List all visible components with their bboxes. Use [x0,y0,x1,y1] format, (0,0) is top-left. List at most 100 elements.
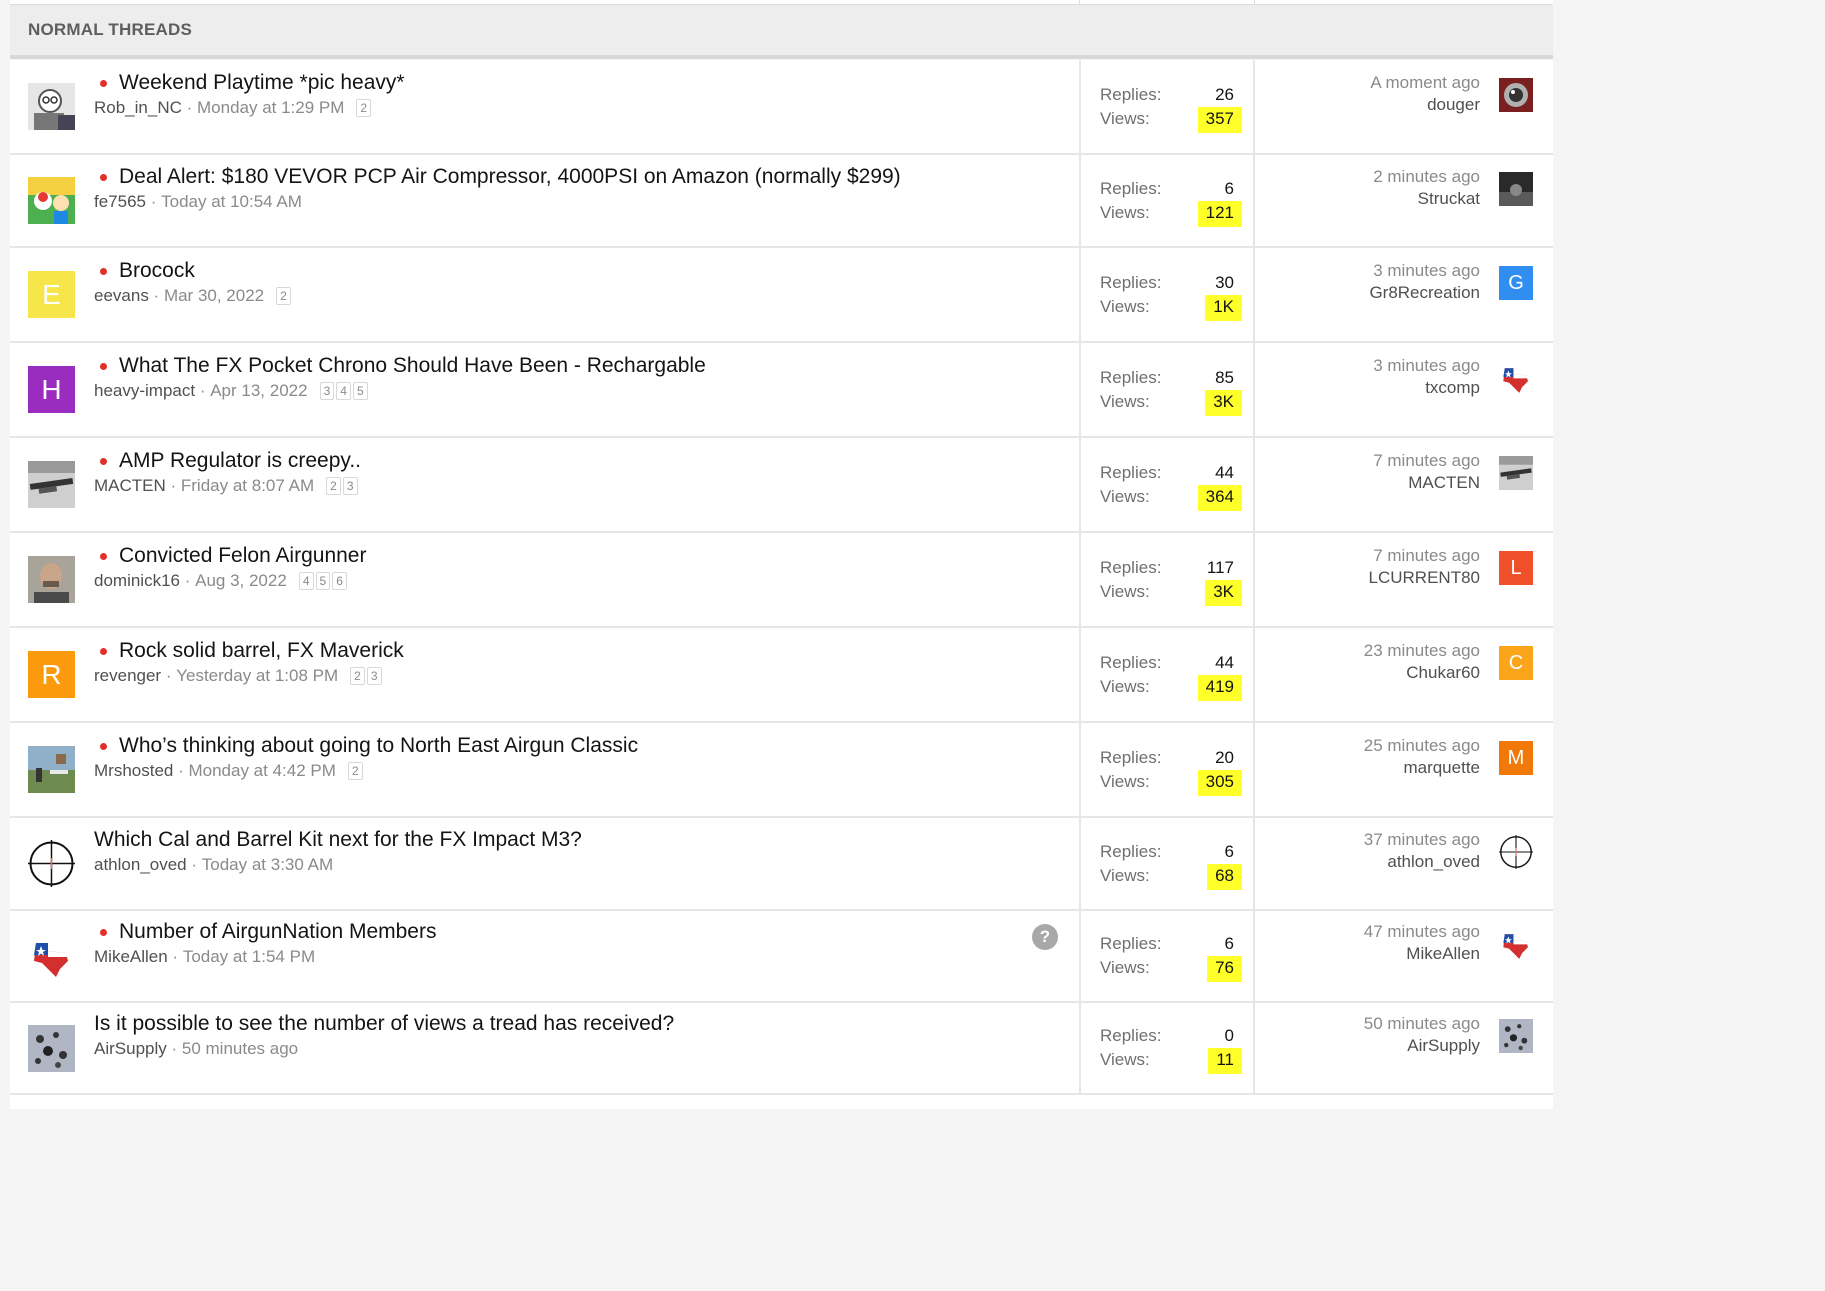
thread-author-link[interactable]: fe7565 [94,192,146,212]
thread-title-link[interactable]: Weekend Playtime *pic heavy* [119,71,405,95]
author-avatar[interactable] [28,83,75,130]
thread-title-link[interactable]: Is it possible to see the number of view… [94,1012,674,1036]
author-avatar[interactable]: E [28,271,75,318]
last-poster-avatar[interactable] [1499,361,1533,395]
author-avatar[interactable] [28,1025,75,1072]
author-avatar[interactable] [28,461,75,508]
thread-title-link[interactable]: Deal Alert: $180 VEVOR PCP Air Compresso… [119,165,901,189]
last-poster-link[interactable]: athlon_oved [1260,852,1480,872]
last-poster-avatar[interactable] [1499,172,1533,206]
thread-start-date[interactable]: Yesterday at 1:08 PM [176,666,338,686]
thread-row[interactable]: Deal Alert: $180 VEVOR PCP Air Compresso… [10,155,1553,248]
page-link[interactable]: 2 [276,287,291,305]
thread-row[interactable]: Which Cal and Barrel Kit next for the FX… [10,818,1553,911]
page-link[interactable]: 5 [315,572,331,590]
page-link[interactable]: 6 [332,572,347,590]
page-link[interactable]: 3 [342,477,358,495]
thread-row[interactable]: Weekend Playtime *pic heavy* Rob_in_NC · … [10,60,1553,155]
last-post-time[interactable]: 37 minutes ago [1260,830,1480,850]
author-avatar[interactable] [28,556,75,603]
author-avatar[interactable]: H [28,366,75,413]
thread-author-link[interactable]: Mrshosted [94,761,173,781]
last-poster-link[interactable]: Struckat [1260,189,1480,209]
last-poster-avatar[interactable] [1499,78,1533,112]
last-post-time[interactable]: 7 minutes ago [1260,451,1480,471]
thread-row[interactable]: Convicted Felon Airgunner dominick16 · Au… [10,533,1553,628]
author-avatar[interactable] [28,746,75,793]
last-post-time[interactable]: 50 minutes ago [1260,1014,1480,1034]
thread-title-link[interactable]: Convicted Felon Airgunner [119,544,366,568]
last-poster-avatar[interactable]: L [1499,551,1533,585]
last-poster-avatar[interactable]: M [1499,741,1533,775]
last-poster-link[interactable]: marquette [1260,758,1480,778]
thread-start-date[interactable]: Mar 30, 2022 [164,286,264,306]
thread-row[interactable]: R Rock solid barrel, FX Maverick revenger … [10,628,1553,723]
thread-title-link[interactable]: Rock solid barrel, FX Maverick [119,639,404,663]
last-poster-link[interactable]: douger [1260,95,1480,115]
thread-start-date[interactable]: 50 minutes ago [182,1039,298,1059]
thread-row[interactable]: Number of AirgunNation Members? MikeAllen… [10,911,1553,1003]
thread-author-link[interactable]: athlon_oved [94,855,187,875]
thread-start-date[interactable]: Apr 13, 2022 [210,381,307,401]
thread-start-date[interactable]: Aug 3, 2022 [195,571,287,591]
thread-start-date[interactable]: Monday at 1:29 PM [197,98,344,118]
last-poster-link[interactable]: Gr8Recreation [1260,283,1480,303]
thread-start-date[interactable]: Friday at 8:07 AM [181,476,314,496]
author-avatar[interactable]: R [28,651,75,698]
thread-author-link[interactable]: MACTEN [94,476,166,496]
thread-start-date[interactable]: Monday at 4:42 PM [188,761,335,781]
last-poster-link[interactable]: MACTEN [1260,473,1480,493]
last-poster-avatar[interactable] [1499,456,1533,490]
page-link[interactable]: 4 [336,382,351,400]
last-post-time[interactable]: 7 minutes ago [1260,546,1480,566]
last-poster-avatar[interactable]: C [1499,646,1533,680]
thread-start-date[interactable]: Today at 1:54 PM [183,947,315,967]
thread-title-link[interactable]: AMP Regulator is creepy.. [119,449,361,473]
author-avatar[interactable] [28,933,75,980]
last-post-time[interactable]: 3 minutes ago [1260,261,1480,281]
thread-title-link[interactable]: Number of AirgunNation Members [119,920,436,944]
last-poster-avatar[interactable] [1499,927,1533,961]
last-post-time[interactable]: 23 minutes ago [1260,641,1480,661]
page-link[interactable]: 2 [347,762,363,780]
last-post-time[interactable]: A moment ago [1260,73,1480,93]
thread-row[interactable]: E Brocock eevans · Mar 30, 2022 2 Replies: 30… [10,248,1553,343]
page-link[interactable]: 2 [326,477,341,495]
author-avatar[interactable] [28,177,75,224]
thread-author-link[interactable]: MikeAllen [94,947,168,967]
last-poster-avatar[interactable] [1499,835,1533,869]
thread-author-link[interactable]: revenger [94,666,161,686]
thread-row[interactable]: AMP Regulator is creepy.. MACTEN · Friday… [10,438,1553,533]
page-link[interactable]: 3 [319,382,335,400]
question-icon[interactable]: ? [1032,924,1058,950]
last-post-time[interactable]: 3 minutes ago [1260,356,1480,376]
thread-title-link[interactable]: Brocock [119,259,195,283]
thread-row[interactable]: Is it possible to see the number of view… [10,1003,1553,1095]
page-link[interactable]: 2 [356,99,372,117]
page-link[interactable]: 3 [366,667,382,685]
thread-title-link[interactable]: Who’s thinking about going to North East… [119,734,638,758]
last-poster-link[interactable]: Chukar60 [1260,663,1480,683]
last-poster-link[interactable]: LCURRENT80 [1260,568,1480,588]
thread-author-link[interactable]: Rob_in_NC [94,98,182,118]
thread-author-link[interactable]: eevans [94,286,149,306]
last-poster-link[interactable]: AirSupply [1260,1036,1480,1056]
last-poster-avatar[interactable]: G [1499,266,1533,300]
last-post-time[interactable]: 2 minutes ago [1260,167,1480,187]
last-poster-avatar[interactable] [1499,1019,1533,1053]
page-link[interactable]: 2 [350,667,365,685]
thread-row[interactable]: H What The FX Pocket Chrono Should Have B… [10,343,1553,438]
thread-author-link[interactable]: AirSupply [94,1039,167,1059]
last-post-time[interactable]: 25 minutes ago [1260,736,1480,756]
thread-start-date[interactable]: Today at 3:30 AM [202,855,333,875]
thread-author-link[interactable]: heavy-impact [94,381,195,401]
page-link[interactable]: 4 [298,572,314,590]
thread-row[interactable]: Who’s thinking about going to North East… [10,723,1553,818]
thread-start-date[interactable]: Today at 10:54 AM [161,192,302,212]
thread-author-link[interactable]: dominick16 [94,571,180,591]
thread-title-link[interactable]: What The FX Pocket Chrono Should Have Be… [119,354,706,378]
last-poster-link[interactable]: MikeAllen [1260,944,1480,964]
page-link[interactable]: 5 [352,382,368,400]
author-avatar[interactable] [28,840,75,887]
last-poster-link[interactable]: txcomp [1260,378,1480,398]
